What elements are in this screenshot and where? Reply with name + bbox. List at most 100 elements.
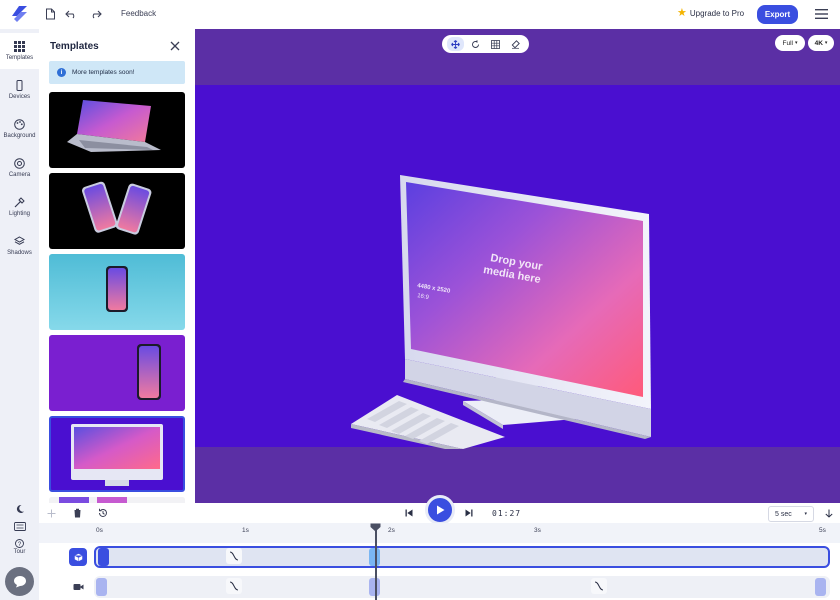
history-icon[interactable]	[97, 507, 109, 519]
phone-icon	[16, 80, 23, 91]
info-banner-text: More templates soon!	[72, 69, 135, 76]
star-icon: ★	[677, 7, 687, 19]
aperture-icon	[14, 158, 25, 169]
rail-label: Background	[3, 133, 36, 139]
info-banner: i More templates soon!	[49, 61, 185, 84]
rail-item-templates[interactable]: Templates	[0, 33, 39, 69]
video-camera-icon	[73, 584, 83, 590]
rail-item-lighting[interactable]: Lighting	[0, 189, 39, 225]
resolution-dropdown[interactable]: 4K ▾	[808, 35, 834, 51]
template-thumbnail-phone-cyan[interactable]	[49, 254, 185, 330]
camera-track[interactable]	[94, 576, 830, 598]
rail-label: Devices	[8, 94, 31, 100]
view-mode-dropdown[interactable]: Full ▾	[775, 35, 805, 51]
rotate-tool-button[interactable]	[467, 37, 484, 51]
undo-icon[interactable]	[64, 7, 78, 21]
skip-to-end-icon[interactable]	[464, 508, 474, 518]
template-thumbnail-two-phones[interactable]	[49, 173, 185, 249]
playhead[interactable]	[375, 527, 377, 600]
wand-icon	[14, 197, 25, 208]
easing-curve-icon[interactable]	[226, 578, 242, 594]
cube-icon	[73, 552, 83, 562]
rail-label: Camera	[8, 172, 31, 178]
tour-label: Tour	[13, 549, 26, 555]
canvas-stage[interactable]: Drop your media here 4480 x 2520 16:9 Fu…	[195, 29, 840, 503]
play-icon	[436, 505, 444, 515]
duration-dropdown[interactable]: 5 sec ▾	[768, 506, 814, 522]
info-icon: i	[57, 68, 66, 77]
move-tool-button[interactable]	[447, 37, 465, 51]
hamburger-menu-icon[interactable]	[815, 8, 828, 20]
rail-label: Shadows	[7, 250, 32, 256]
rail-label: Templates	[5, 55, 34, 61]
upgrade-label: Upgrade to Pro	[689, 8, 745, 18]
arrow-down-icon[interactable]	[824, 508, 834, 518]
tour-button[interactable]: ? Tour	[0, 539, 39, 555]
grid-icon	[14, 41, 25, 52]
move-icon	[451, 39, 461, 49]
device-track[interactable]	[94, 546, 830, 568]
rail-item-background[interactable]: Background	[0, 111, 39, 147]
rail-item-shadows[interactable]: Shadows	[0, 228, 39, 264]
device-track-icon[interactable]	[69, 548, 87, 566]
tick-label: 5s	[819, 527, 826, 534]
play-button[interactable]	[425, 495, 455, 525]
template-thumbnail-laptop[interactable]	[49, 92, 185, 168]
trash-icon[interactable]	[71, 507, 83, 519]
resolution-value: 4K	[814, 39, 823, 47]
layers-icon	[14, 236, 25, 245]
template-thumbnail-phone-purple[interactable]	[49, 335, 185, 411]
easing-curve-icon[interactable]	[591, 578, 607, 594]
chat-bubble-icon	[13, 576, 26, 588]
grid-tool-button[interactable]	[487, 37, 504, 51]
chat-support-button[interactable]	[5, 567, 34, 596]
chevron-down-icon: ▾	[794, 40, 798, 46]
new-file-icon[interactable]	[43, 7, 57, 21]
panel-title: Templates	[50, 41, 99, 52]
tick-label: 2s	[388, 527, 395, 534]
playhead-handle[interactable]	[370, 523, 381, 532]
left-rail: Templates Devices Background Camera Ligh…	[0, 29, 39, 600]
app-logo-icon[interactable]	[10, 5, 28, 23]
canvas-tool-bar	[442, 35, 529, 53]
feedback-link[interactable]: Feedback	[121, 9, 156, 18]
export-button[interactable]: Export	[757, 5, 798, 24]
eraser-icon	[511, 39, 520, 49]
help-circle-icon: ?	[15, 539, 24, 548]
current-time: 01:27	[492, 509, 522, 518]
palette-icon	[14, 119, 25, 130]
add-track-icon[interactable]	[45, 507, 57, 519]
close-icon[interactable]	[170, 41, 180, 51]
camera-track-icon[interactable]	[69, 578, 87, 596]
chevron-down-icon: ▾	[824, 40, 828, 46]
rail-label: Lighting	[8, 211, 31, 217]
keyframe[interactable]	[815, 578, 826, 596]
tick-label: 1s	[242, 527, 249, 534]
top-bar: Feedback ★ Upgrade to Pro Export	[0, 0, 840, 29]
time-ruler[interactable]: 0s 1s 2s 3s 5s	[39, 523, 840, 543]
template-thumbnail-desktop[interactable]	[49, 416, 185, 492]
duration-value: 5 sec	[775, 510, 792, 518]
keyboard-shortcuts-button[interactable]	[0, 522, 39, 531]
tick-label: 3s	[534, 527, 541, 534]
keyframe[interactable]	[96, 578, 107, 596]
rail-item-devices[interactable]: Devices	[0, 72, 39, 108]
desktop-mockup[interactable]: Drop your media here 4480 x 2520 16:9	[345, 139, 665, 449]
upgrade-to-pro-link[interactable]: ★ Upgrade to Pro	[677, 7, 745, 19]
keyboard-icon	[13, 522, 26, 531]
skip-to-start-icon[interactable]	[404, 508, 414, 518]
keyframe[interactable]	[98, 548, 109, 566]
view-mode-value: Full	[782, 39, 793, 47]
tick-label: 0s	[96, 527, 103, 534]
dark-mode-toggle[interactable]	[0, 504, 39, 514]
templates-panel: Templates i More templates soon!	[39, 29, 195, 503]
timeline: 01:27 5 sec ▾ 0s 1s 2s 3s 5s	[39, 495, 840, 600]
redo-icon[interactable]	[89, 7, 103, 21]
eraser-tool-button[interactable]	[507, 37, 524, 51]
moon-icon	[16, 504, 24, 513]
rotate-icon	[472, 39, 480, 48]
table-grid-icon	[490, 39, 500, 49]
rail-item-camera[interactable]: Camera	[0, 150, 39, 186]
easing-curve-icon[interactable]	[226, 548, 242, 564]
chevron-down-icon: ▾	[804, 511, 807, 517]
